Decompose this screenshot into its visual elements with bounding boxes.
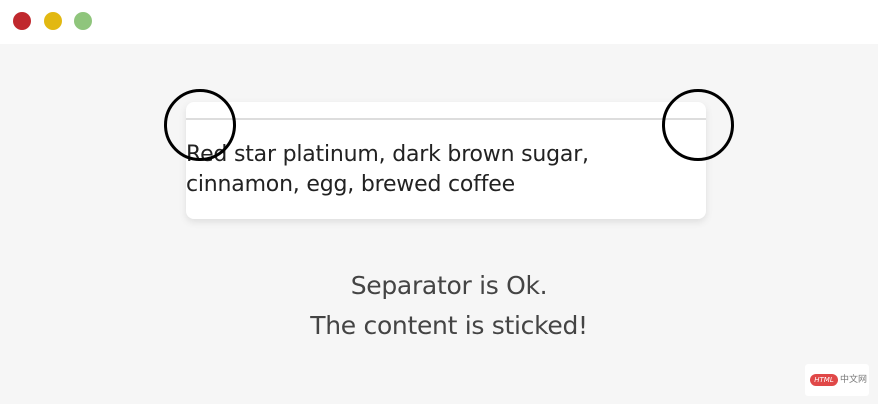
right-highlight-circle [662,89,734,161]
message-line-2: The content is sticked! [310,311,588,340]
left-highlight-circle [164,89,236,161]
message-line-1: Separator is Ok. [350,271,548,300]
card-text-line-1: Red star platinum, dark brown sugar, [186,142,589,167]
site-watermark: HTML 中文网 [805,364,869,396]
card-text-line-2: cinnamon, egg, brewed coffee [186,172,515,197]
content-card: Red star platinum, dark brown sugar, cin… [186,102,706,219]
card-text: Red star platinum, dark brown sugar, cin… [186,140,706,200]
watermark-text: 中文网 [840,375,868,385]
close-window-button[interactable] [13,12,31,30]
maximize-window-button[interactable] [74,12,92,30]
minimize-window-button[interactable] [44,12,62,30]
card-separator [186,118,706,120]
window-titlebar [0,0,878,44]
html-logo-icon: HTML [810,374,838,386]
result-message: Separator is Ok. The content is sticked! [189,266,709,346]
